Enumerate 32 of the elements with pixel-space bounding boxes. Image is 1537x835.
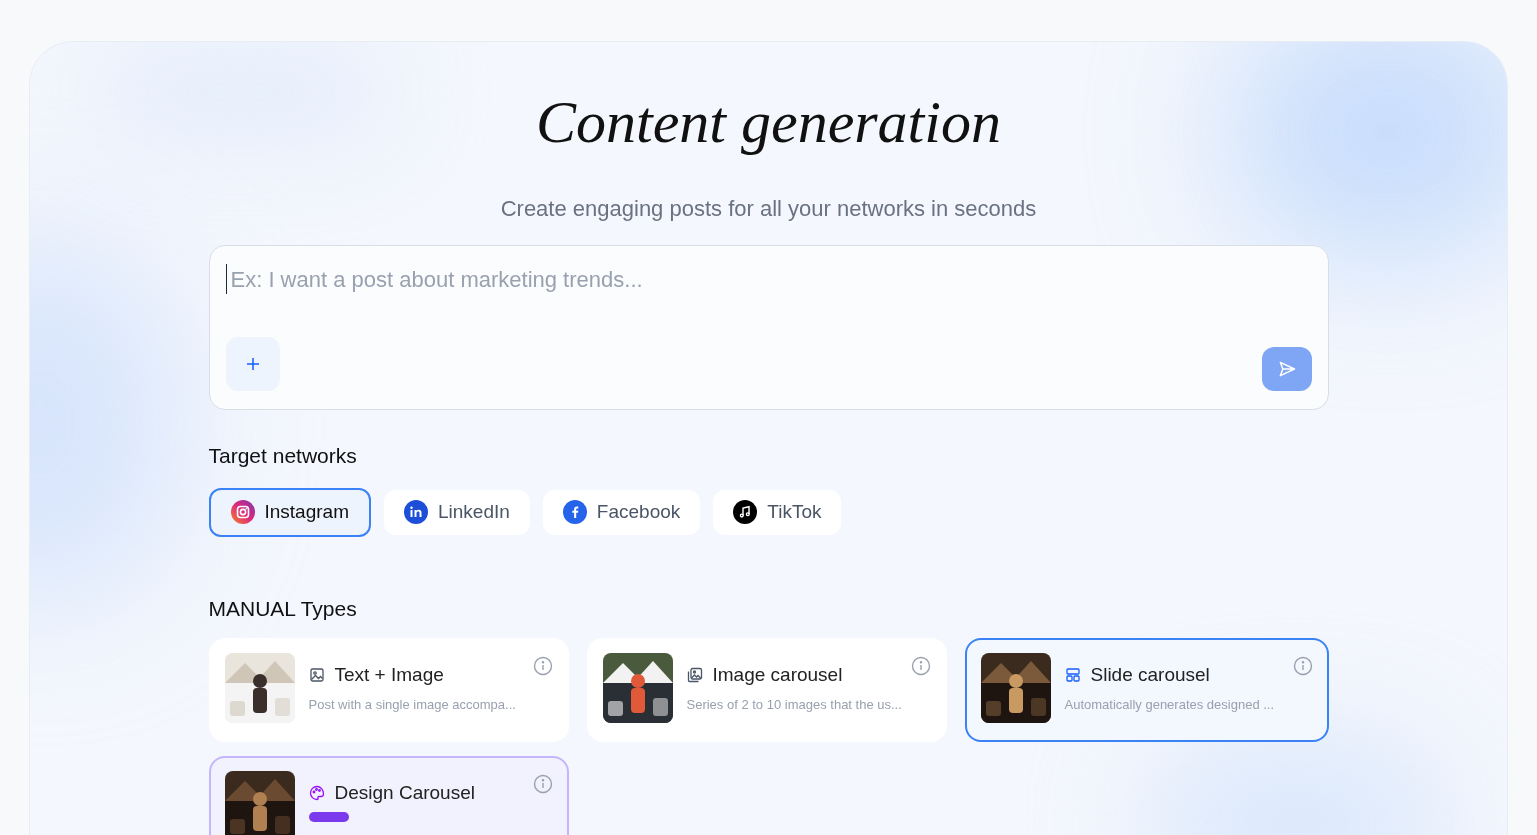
info-icon[interactable] (1292, 656, 1313, 676)
image-icon (308, 667, 325, 684)
card-title: Slide carousel (1090, 663, 1210, 687)
music-note-icon (733, 500, 758, 524)
send-button[interactable] (1261, 347, 1312, 391)
facebook-icon (562, 500, 587, 524)
info-icon[interactable] (532, 656, 553, 676)
post-type-card[interactable]: Slide carousel Automatically generates designed ... (964, 638, 1329, 742)
network-chip[interactable]: Instagram (208, 487, 371, 537)
card-title: Image carousel (712, 663, 843, 687)
post-type-card[interactable]: Text + Image Post with a single image accompa... (208, 638, 569, 742)
card-title: Design Carousel (334, 781, 475, 805)
section-title: Target networks (208, 443, 357, 469)
network-chip[interactable]: Facebook (542, 489, 701, 535)
network-chip[interactable]: TikTok (713, 489, 842, 535)
palette-icon (308, 785, 325, 802)
card-title: Text + Image (334, 663, 444, 687)
camera-icon (230, 500, 255, 524)
linkedin-icon (404, 500, 428, 524)
post-type-card[interactable]: Image carousel Series of 2 to 10 images that the us... (586, 638, 947, 742)
network-chip[interactable]: LinkedIn (384, 489, 530, 535)
card-description: Post with a single image accompa... (308, 695, 517, 714)
card-description: Automatically generates designed ... (1064, 695, 1276, 714)
post-type-card[interactable]: Design Carousel (208, 756, 569, 835)
plus-icon (244, 356, 261, 372)
page-subtitle: Create engaging posts for all your networks in seconds (500, 195, 1037, 223)
section-title: MANUAL Types (208, 595, 357, 622)
prompt-field[interactable]: Ex: I want a post about marketing trends... (225, 264, 1312, 294)
info-icon[interactable] (532, 774, 553, 794)
info-icon[interactable] (910, 656, 931, 676)
layout-icon (1064, 667, 1081, 684)
images-icon (686, 667, 703, 684)
